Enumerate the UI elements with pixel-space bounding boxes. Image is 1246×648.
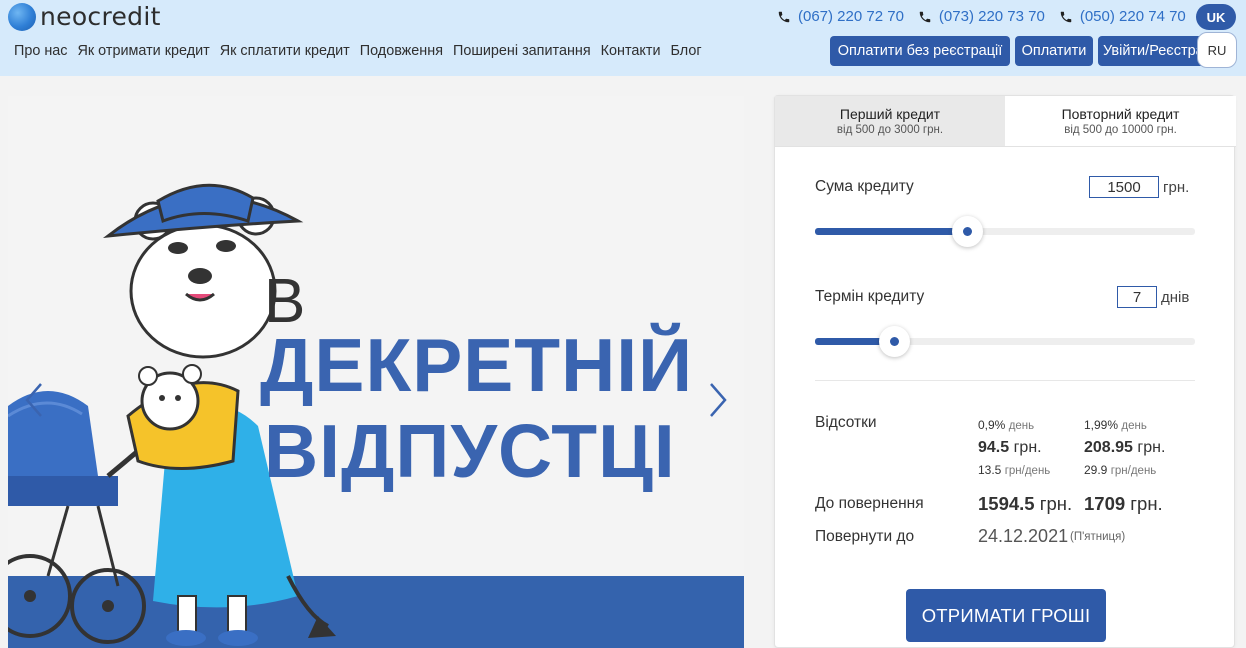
phone-list: (067) 220 72 70 (073) 220 73 70 (050) 22…	[777, 8, 1200, 25]
repeat-daily-value: 29.9	[1084, 463, 1108, 477]
interest-label: Відсотки	[815, 414, 877, 431]
first-daily-unit: грн/день	[1004, 465, 1051, 477]
due-date: 24.12.2021	[978, 526, 1069, 546]
term-input[interactable]: 7	[1117, 286, 1157, 308]
logo-mark-icon	[8, 2, 36, 31]
pay-button[interactable]: Оплатити	[1015, 36, 1093, 66]
repay-first-unit: грн.	[1039, 493, 1073, 514]
term-unit: днів	[1161, 289, 1190, 306]
due-label: Повернути до	[815, 528, 915, 545]
section-divider	[815, 380, 1195, 381]
repeat-rate-value: 1,99%	[1084, 418, 1119, 432]
tab-title: Повторний кредит	[1061, 106, 1180, 122]
repeat-daily-unit: грн/день	[1110, 465, 1157, 477]
nav-extension[interactable]: Подовження	[360, 43, 443, 59]
phone-icon	[778, 11, 790, 22]
get-money-button[interactable]: ОТРИМАТИ ГРОШІ	[906, 589, 1106, 642]
chevron-right-icon[interactable]	[708, 382, 728, 418]
repeat-rate-unit: день	[1121, 420, 1147, 432]
tab-title: Перший кредит	[839, 106, 941, 122]
logo[interactable]: neocredit	[8, 2, 161, 31]
repeat-interest-value: 208.95	[1084, 439, 1133, 456]
tab-subtitle: від 500 до 3000 грн.	[836, 124, 944, 136]
phone-icon	[919, 11, 931, 22]
lang-uk-button[interactable]: UK	[1196, 4, 1236, 30]
amount-unit: грн.	[1163, 179, 1190, 196]
phone-item[interactable]: (067) 220 72 70	[777, 8, 904, 25]
banner-heading-line-2: ВІДПУСТЦІ	[264, 409, 676, 493]
pay-without-registration-button[interactable]: Оплатити без реєстрації	[830, 36, 1010, 66]
phone-number: (067) 220 72 70	[798, 8, 904, 25]
term-slider-handle[interactable]	[879, 326, 911, 357]
first-rate: 0,9% день	[978, 418, 1034, 432]
chevron-left-icon[interactable]	[24, 382, 44, 418]
tab-repeat-credit[interactable]: Повторний кредит від 500 до 10000 грн.	[1005, 96, 1236, 146]
first-interest-value: 94.5	[978, 439, 1010, 456]
term-slider[interactable]	[815, 326, 1195, 357]
first-rate-value: 0,9%	[978, 418, 1006, 432]
first-rate-unit: день	[1008, 420, 1035, 432]
phone-item[interactable]: (050) 220 74 70	[1059, 8, 1186, 25]
amount-slider[interactable]	[815, 216, 1195, 247]
amount-label: Сума кредиту	[815, 178, 914, 195]
login-register-button[interactable]: Увійти/Реєстрація	[1098, 36, 1206, 66]
first-interest-total: 94.5 грн.	[978, 439, 1042, 457]
repeat-interest-unit: грн.	[1137, 439, 1166, 456]
tab-divider	[775, 146, 1236, 147]
tab-subtitle: від 500 до 10000 грн.	[1064, 124, 1177, 136]
first-interest-unit: грн.	[1013, 439, 1042, 456]
repay-first-value: 1594.5	[978, 493, 1035, 514]
logo-text: neocredit	[40, 2, 161, 31]
nav-how-to-get[interactable]: Як отримати кредит	[78, 43, 210, 59]
lang-ru-button[interactable]: RU	[1197, 32, 1237, 68]
repay-repeat-value: 1709	[1084, 493, 1126, 514]
phone-item[interactable]: (073) 220 73 70	[918, 8, 1045, 25]
repeat-daily: 29.9 грн/день	[1084, 463, 1156, 477]
nav-faq[interactable]: Поширені запитання	[453, 43, 591, 59]
nav-about[interactable]: Про нас	[14, 43, 68, 59]
repay-first: 1594.5 грн.	[978, 493, 1072, 515]
nav-how-to-pay[interactable]: Як сплатити кредит	[220, 43, 350, 59]
term-label: Термін кредиту	[815, 288, 925, 305]
phone-number: (073) 220 73 70	[938, 8, 1045, 25]
first-daily: 13.5 грн/день	[978, 463, 1050, 477]
amount-slider-fill	[815, 228, 967, 235]
phone-number: (050) 220 74 70	[1079, 8, 1186, 25]
loan-calculator: Перший кредит від 500 до 3000 грн. Повто…	[774, 95, 1236, 648]
amount-slider-handle[interactable]	[951, 216, 983, 247]
repay-repeat-unit: грн.	[1130, 493, 1163, 514]
promo-banner[interactable]: В ДЕКРЕТНІЙ ВІДПУСТЦІ	[8, 96, 744, 648]
main-nav: Про нас Як отримати кредит Як сплатити к…	[14, 43, 712, 59]
repeat-interest-total: 208.95 грн.	[1084, 439, 1165, 457]
repay-repeat: 1709 грн.	[1084, 493, 1163, 515]
tab-first-credit[interactable]: Перший кредит від 500 до 3000 грн.	[775, 96, 1005, 146]
due-weekday: (П'ятниця)	[1070, 531, 1126, 543]
repeat-rate: 1,99% день	[1084, 418, 1147, 432]
first-daily-value: 13.5	[978, 463, 1002, 477]
banner-heading-line-1: ДЕКРЕТНІЙ	[260, 323, 693, 407]
amount-input[interactable]: 1500	[1089, 176, 1159, 198]
site-header: neocredit Про нас Як отримати кредит Як …	[0, 0, 1246, 76]
nav-contacts[interactable]: Контакти	[601, 43, 661, 59]
repay-label: До повернення	[815, 495, 924, 512]
nav-blog[interactable]: Блог	[671, 43, 702, 59]
phone-icon	[1060, 11, 1072, 22]
